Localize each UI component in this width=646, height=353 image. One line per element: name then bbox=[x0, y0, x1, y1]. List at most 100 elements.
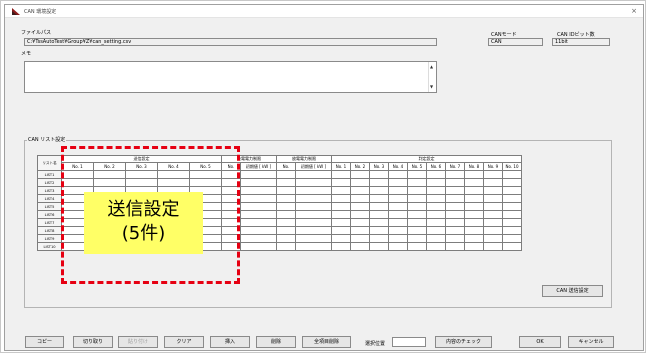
table-cell[interactable] bbox=[295, 178, 332, 187]
table-cell[interactable] bbox=[502, 210, 522, 219]
ok-button[interactable]: OK bbox=[519, 336, 561, 348]
table-cell[interactable] bbox=[445, 186, 465, 195]
table-cell[interactable] bbox=[426, 234, 446, 243]
insert-button[interactable]: 挿入 bbox=[210, 336, 250, 348]
table-cell[interactable] bbox=[464, 210, 484, 219]
table-cell[interactable] bbox=[369, 178, 389, 187]
delete-button[interactable]: 削除 bbox=[256, 336, 296, 348]
table-cell[interactable] bbox=[502, 178, 522, 187]
table-cell[interactable] bbox=[276, 218, 296, 227]
table-cell[interactable] bbox=[483, 186, 503, 195]
table-cell[interactable] bbox=[388, 234, 408, 243]
table-cell[interactable] bbox=[295, 234, 332, 243]
table-cell[interactable] bbox=[502, 226, 522, 235]
table-cell[interactable] bbox=[407, 186, 427, 195]
table-cell[interactable] bbox=[240, 226, 277, 235]
table-cell[interactable] bbox=[276, 194, 296, 203]
table-cell[interactable] bbox=[407, 234, 427, 243]
table-cell[interactable] bbox=[331, 194, 351, 203]
table-cell[interactable] bbox=[331, 242, 351, 251]
table-cell[interactable] bbox=[350, 226, 370, 235]
table-cell[interactable] bbox=[240, 178, 277, 187]
table-cell[interactable] bbox=[464, 234, 484, 243]
table-cell[interactable] bbox=[445, 218, 465, 227]
can-send-settings-button[interactable]: CAN 送信設定 bbox=[542, 285, 603, 297]
table-cell[interactable] bbox=[426, 170, 446, 179]
table-cell[interactable] bbox=[276, 234, 296, 243]
table-cell[interactable] bbox=[350, 170, 370, 179]
table-cell[interactable] bbox=[445, 178, 465, 187]
paste-button[interactable]: 貼り付け bbox=[118, 336, 158, 348]
clear-button[interactable]: クリア bbox=[164, 336, 204, 348]
table-cell[interactable] bbox=[350, 218, 370, 227]
table-cell[interactable] bbox=[295, 226, 332, 235]
table-cell[interactable] bbox=[240, 242, 277, 251]
table-cell[interactable] bbox=[276, 210, 296, 219]
check-content-button[interactable]: 内容のチェック bbox=[435, 336, 492, 348]
table-cell[interactable] bbox=[350, 210, 370, 219]
table-cell[interactable] bbox=[445, 194, 465, 203]
close-icon[interactable]: × bbox=[631, 7, 637, 15]
table-cell[interactable] bbox=[407, 218, 427, 227]
table-cell[interactable] bbox=[464, 242, 484, 251]
table-cell[interactable] bbox=[388, 178, 408, 187]
table-cell[interactable] bbox=[407, 202, 427, 211]
table-cell[interactable] bbox=[331, 234, 351, 243]
memo-scrollbar[interactable]: ▲ ▼ bbox=[428, 62, 436, 92]
cancel-button[interactable]: キャンセル bbox=[568, 336, 614, 348]
table-cell[interactable] bbox=[240, 186, 277, 195]
table-cell[interactable] bbox=[445, 226, 465, 235]
table-cell[interactable] bbox=[502, 202, 522, 211]
table-cell[interactable] bbox=[369, 186, 389, 195]
table-cell[interactable] bbox=[276, 226, 296, 235]
scroll-up-icon[interactable]: ▲ bbox=[430, 64, 433, 69]
table-cell[interactable] bbox=[331, 186, 351, 195]
table-cell[interactable] bbox=[295, 194, 332, 203]
table-cell[interactable] bbox=[483, 226, 503, 235]
table-cell[interactable] bbox=[464, 178, 484, 187]
table-cell[interactable] bbox=[426, 202, 446, 211]
selection-position-field[interactable] bbox=[392, 337, 426, 347]
table-cell[interactable] bbox=[331, 226, 351, 235]
table-cell[interactable] bbox=[426, 210, 446, 219]
table-cell[interactable] bbox=[276, 170, 296, 179]
table-cell[interactable] bbox=[240, 210, 277, 219]
table-cell[interactable] bbox=[369, 234, 389, 243]
table-cell[interactable] bbox=[483, 242, 503, 251]
table-cell[interactable] bbox=[240, 202, 277, 211]
cut-button[interactable]: 切り取り bbox=[73, 336, 113, 348]
table-cell[interactable] bbox=[445, 170, 465, 179]
table-cell[interactable] bbox=[407, 194, 427, 203]
table-cell[interactable] bbox=[388, 242, 408, 251]
table-cell[interactable] bbox=[240, 170, 277, 179]
table-cell[interactable] bbox=[388, 218, 408, 227]
table-cell[interactable] bbox=[295, 242, 332, 251]
table-cell[interactable] bbox=[276, 186, 296, 195]
file-path-field[interactable]: C:¥TssAutoTest¥Group¥Z¥can_setting.csv bbox=[24, 38, 437, 46]
table-cell[interactable] bbox=[464, 226, 484, 235]
table-cell[interactable] bbox=[483, 194, 503, 203]
can-id-bits-field[interactable]: 11bit bbox=[552, 38, 610, 46]
table-cell[interactable] bbox=[240, 218, 277, 227]
table-cell[interactable] bbox=[464, 194, 484, 203]
table-cell[interactable] bbox=[445, 202, 465, 211]
scroll-down-icon[interactable]: ▼ bbox=[430, 84, 433, 89]
table-cell[interactable] bbox=[426, 194, 446, 203]
table-cell[interactable] bbox=[464, 170, 484, 179]
table-cell[interactable] bbox=[240, 194, 277, 203]
table-cell[interactable] bbox=[483, 210, 503, 219]
table-cell[interactable] bbox=[407, 170, 427, 179]
table-cell[interactable] bbox=[388, 202, 408, 211]
table-cell[interactable] bbox=[464, 186, 484, 195]
table-cell[interactable] bbox=[388, 194, 408, 203]
copy-button[interactable]: コピー bbox=[25, 336, 64, 348]
table-cell[interactable] bbox=[295, 170, 332, 179]
table-cell[interactable] bbox=[295, 202, 332, 211]
table-cell[interactable] bbox=[295, 210, 332, 219]
table-cell[interactable] bbox=[276, 178, 296, 187]
table-cell[interactable] bbox=[295, 186, 332, 195]
table-cell[interactable] bbox=[445, 242, 465, 251]
table-cell[interactable] bbox=[369, 242, 389, 251]
table-cell[interactable] bbox=[502, 170, 522, 179]
table-cell[interactable] bbox=[331, 178, 351, 187]
